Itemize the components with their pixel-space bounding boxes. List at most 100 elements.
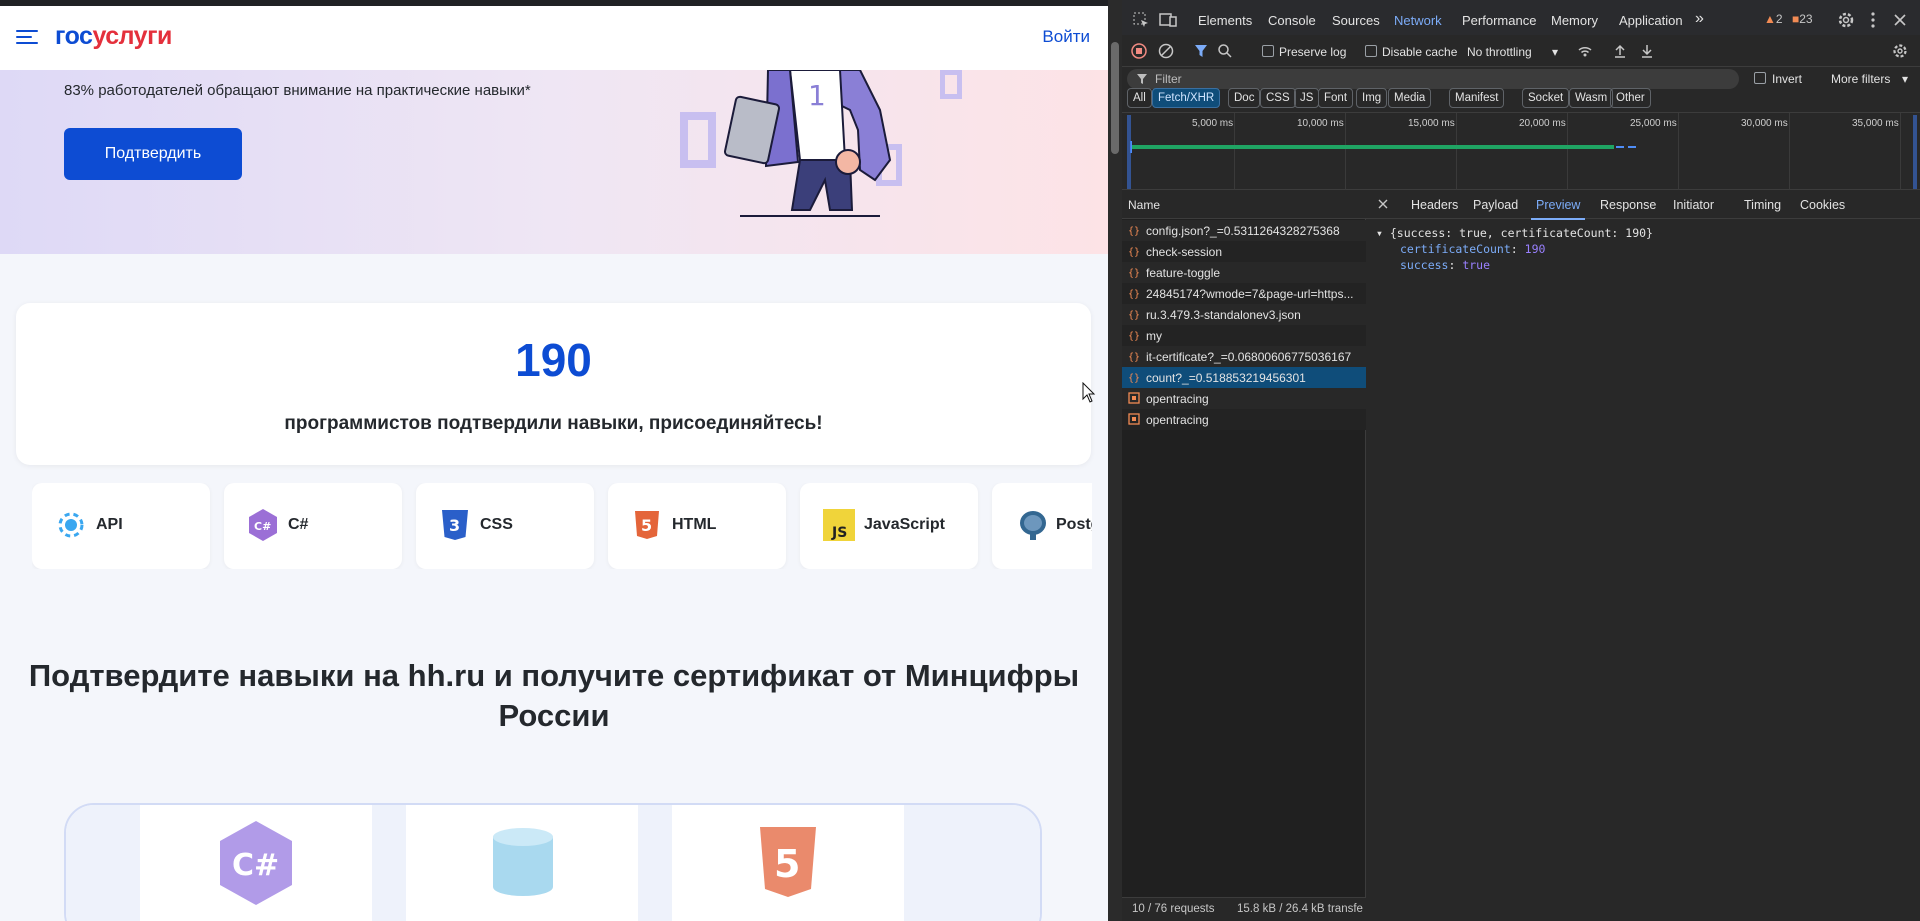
page-scrollbar[interactable] xyxy=(1108,0,1122,921)
fetch-xhr-icon: {} xyxy=(1128,268,1140,278)
chip-wasm[interactable]: Wasm xyxy=(1569,88,1614,108)
certificates-carousel[interactable]: C# 5 xyxy=(64,803,1042,921)
network-conditions-icon[interactable] xyxy=(1577,43,1593,59)
request-row[interactable]: {} feature-toggle xyxy=(1122,262,1366,283)
request-row[interactable]: {} config.json?_=0.5311264328275368 xyxy=(1122,220,1366,241)
chip-js[interactable]: JS xyxy=(1294,88,1320,108)
scrollbar-thumb[interactable] xyxy=(1111,42,1119,154)
confirm-button[interactable]: Подтвердить xyxy=(64,128,242,180)
throttling-select[interactable]: No throttling xyxy=(1467,45,1532,59)
json-root-node[interactable]: ▾ {success: true, certificateCount: 190} xyxy=(1376,226,1653,240)
chip-socket[interactable]: Socket xyxy=(1522,88,1570,108)
website-viewport[interactable]: госуслуги Войти 83% работодателей обраща… xyxy=(0,6,1108,921)
carousel-gap xyxy=(638,805,672,921)
skill-card-csharp[interactable]: C# C# xyxy=(224,483,402,569)
programmer-illustration: 1 xyxy=(680,70,962,217)
certificate-count: 190 xyxy=(515,334,592,386)
request-row[interactable]: {} it-certificate?_=0.06800606775036167 xyxy=(1122,346,1366,367)
timeline-tick: 20,000 ms xyxy=(1519,118,1566,129)
tab-preview[interactable]: Preview xyxy=(1530,198,1586,220)
filter-input[interactable]: Filter xyxy=(1127,69,1739,89)
stop-recording-icon[interactable] xyxy=(1131,43,1147,59)
timeline-tick: 35,000 ms xyxy=(1852,118,1899,129)
chip-all[interactable]: All xyxy=(1127,88,1152,108)
tab-initiator[interactable]: Initiator xyxy=(1673,198,1714,212)
tab-performance[interactable]: Performance xyxy=(1462,13,1536,28)
invert-label: Invert xyxy=(1772,72,1803,86)
skill-card-html[interactable]: 5 HTML xyxy=(608,483,786,569)
requests-count: 10 / 76 requests xyxy=(1132,903,1215,915)
requests-list-panel: Name {} config.json?_=0.5311264328275368{… xyxy=(1122,190,1366,921)
expand-triangle-icon[interactable]: ▾ xyxy=(1376,226,1383,240)
svg-text:5: 5 xyxy=(774,842,800,886)
tab-memory[interactable]: Memory xyxy=(1551,13,1598,28)
chip-manifest[interactable]: Manifest xyxy=(1449,88,1505,108)
tab-sources[interactable]: Sources xyxy=(1332,13,1380,28)
chevron-down-icon[interactable]: ▾ xyxy=(1552,45,1558,59)
close-details-icon[interactable] xyxy=(1377,198,1389,210)
network-settings-gear-icon[interactable] xyxy=(1892,43,1908,59)
tab-console[interactable]: Console xyxy=(1268,13,1316,28)
device-toolbar-icon[interactable] xyxy=(1159,11,1177,29)
more-filters-dropdown[interactable]: More filters xyxy=(1831,72,1890,86)
filter-funnel-icon[interactable] xyxy=(1193,43,1209,59)
tab-network[interactable]: Network xyxy=(1390,13,1446,41)
request-row[interactable]: {} ru.3.479.3-standalonev3.json xyxy=(1122,304,1366,325)
request-row[interactable]: {} 24845174?wmode=7&page-url=https... xyxy=(1122,283,1366,304)
request-row[interactable]: {} count?_=0.518853219456301 xyxy=(1122,367,1366,388)
chip-css[interactable]: CSS xyxy=(1260,88,1296,108)
timeline-left-handle[interactable] xyxy=(1127,115,1131,189)
preserve-log-checkbox[interactable] xyxy=(1262,45,1274,57)
tab-response[interactable]: Response xyxy=(1600,198,1656,212)
login-link[interactable]: Войти xyxy=(1042,27,1090,47)
carousel-card-csharp[interactable]: C# xyxy=(140,805,372,921)
chip-media[interactable]: Media xyxy=(1388,88,1432,108)
kebab-menu-icon[interactable] xyxy=(1864,11,1882,29)
svg-text:{}: {} xyxy=(1128,247,1140,257)
tab-application[interactable]: Application xyxy=(1619,13,1683,28)
chip-doc[interactable]: Doc xyxy=(1228,88,1261,108)
timeline-right-handle[interactable] xyxy=(1913,115,1917,189)
export-har-icon[interactable] xyxy=(1639,43,1655,59)
request-row[interactable]: opentracing xyxy=(1122,409,1366,430)
close-devtools-icon[interactable] xyxy=(1891,11,1909,29)
disable-cache-checkbox[interactable] xyxy=(1365,45,1377,57)
json-property-certificate-count[interactable]: certificateCount: 190 xyxy=(1400,242,1545,256)
skill-card-postgresql[interactable]: Postg xyxy=(992,483,1092,569)
chip-font[interactable]: Font xyxy=(1318,88,1354,108)
request-row[interactable]: {} my xyxy=(1122,325,1366,346)
more-tabs-chevron-icon[interactable]: » xyxy=(1695,10,1704,28)
request-row[interactable]: {} check-session xyxy=(1122,241,1366,262)
inspect-element-icon[interactable] xyxy=(1132,11,1150,29)
skill-card-api[interactable]: API xyxy=(32,483,210,569)
tab-cookies[interactable]: Cookies xyxy=(1800,198,1845,212)
tab-elements[interactable]: Elements xyxy=(1198,13,1252,28)
json-property-success[interactable]: success: true xyxy=(1400,258,1490,272)
issues-badge[interactable]: ■23 xyxy=(1792,12,1813,26)
clear-icon[interactable] xyxy=(1158,43,1174,59)
invert-checkbox[interactable] xyxy=(1754,72,1766,84)
import-har-icon[interactable] xyxy=(1612,43,1628,59)
network-overview-timeline[interactable]: 5,000 ms 10,000 ms 15,000 ms 20,000 ms 2… xyxy=(1122,112,1920,191)
request-row[interactable]: opentracing xyxy=(1122,388,1366,409)
carousel-card-html[interactable]: 5 xyxy=(672,805,904,921)
fetch-xhr-icon: {} xyxy=(1128,352,1140,362)
chevron-down-icon[interactable]: ▾ xyxy=(1902,72,1908,86)
tab-headers[interactable]: Headers xyxy=(1411,198,1458,212)
skill-card-javascript[interactable]: JS JavaScript xyxy=(800,483,978,569)
chip-other[interactable]: Other xyxy=(1610,88,1651,108)
tab-payload[interactable]: Payload xyxy=(1473,198,1518,212)
tab-timing[interactable]: Timing xyxy=(1744,198,1781,212)
gosuslugi-logo[interactable]: госуслуги xyxy=(55,22,172,51)
menu-icon[interactable] xyxy=(16,28,38,46)
name-column-header[interactable]: Name xyxy=(1122,190,1366,219)
carousel-card-database[interactable] xyxy=(406,805,638,921)
warnings-badge[interactable]: ▲2 xyxy=(1764,12,1783,26)
request-name: my xyxy=(1146,329,1162,343)
chip-img[interactable]: Img xyxy=(1356,88,1388,108)
search-icon[interactable] xyxy=(1217,43,1233,59)
chip-fetch-xhr[interactable]: Fetch/XHR xyxy=(1152,88,1221,108)
skill-card-css[interactable]: 3 CSS xyxy=(416,483,594,569)
settings-gear-icon[interactable] xyxy=(1837,11,1855,29)
svg-text:{}: {} xyxy=(1128,226,1140,236)
